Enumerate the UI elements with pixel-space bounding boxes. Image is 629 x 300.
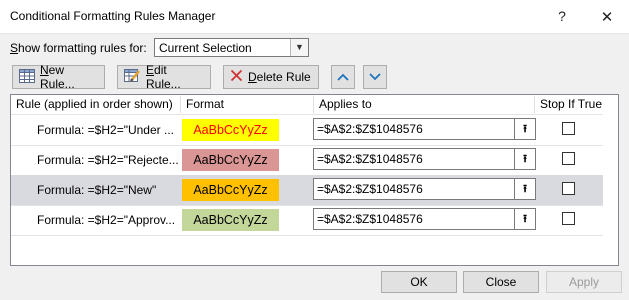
stop-if-true-checkbox[interactable] xyxy=(562,152,575,165)
ok-button[interactable]: OK xyxy=(381,271,457,293)
close-button[interactable]: Close xyxy=(463,271,539,293)
column-header-applies-to[interactable]: Applies to xyxy=(314,95,534,114)
edit-rule-button[interactable]: Edit Rule... xyxy=(117,63,211,91)
column-header-rule[interactable]: Rule (applied in order shown) xyxy=(11,95,181,114)
format-preview: AaBbCcYyZz xyxy=(182,179,279,201)
delete-rule-label: Delete Rule xyxy=(248,70,311,84)
applies-to-field[interactable]: =$A$2:$Z$1048576 ⭱ xyxy=(313,118,536,140)
help-button[interactable]: ? xyxy=(552,8,572,24)
new-rule-accelerator: N xyxy=(40,63,49,77)
collapse-range-button[interactable]: ⭱ xyxy=(514,179,535,199)
applies-to-field[interactable]: =$A$2:$Z$1048576 ⭱ xyxy=(313,178,536,200)
applies-to-value: =$A$2:$Z$1048576 xyxy=(317,212,423,226)
chevron-down-icon xyxy=(369,70,381,84)
close-window-button[interactable]: ✕ xyxy=(597,8,617,26)
table-scroll-area xyxy=(603,95,618,265)
applies-to-field[interactable]: =$A$2:$Z$1048576 ⭱ xyxy=(313,208,536,230)
format-preview: AaBbCcYyZz xyxy=(182,209,279,231)
show-rules-label: Show formatting rules for: xyxy=(10,41,147,55)
rules-table: Rule (applied in order shown) Format App… xyxy=(10,94,619,266)
show-rules-label-text: how formatting rules for: xyxy=(18,41,147,55)
move-up-button[interactable] xyxy=(331,65,355,89)
applies-to-value: =$A$2:$Z$1048576 xyxy=(317,122,423,136)
delete-rule-label-text: elete Rule xyxy=(256,70,311,84)
rule-description: Formula: =$H2="Under ... xyxy=(37,123,174,137)
edit-rule-accelerator: E xyxy=(146,63,155,77)
applies-to-field[interactable]: =$A$2:$Z$1048576 ⭱ xyxy=(313,148,536,170)
table-grid-icon xyxy=(19,68,35,86)
table-row[interactable]: Formula: =$H2="Under ... AaBbCcYyZz =$A$… xyxy=(11,115,604,145)
stop-if-true-checkbox[interactable] xyxy=(562,212,575,225)
chevron-up-icon xyxy=(337,70,349,84)
format-preview: AaBbCcYyZz xyxy=(182,149,279,171)
applies-to-value: =$A$2:$Z$1048576 xyxy=(317,152,423,166)
delete-rule-button[interactable]: Delete Rule xyxy=(223,65,319,89)
stop-if-true-checkbox[interactable] xyxy=(562,122,575,135)
collapse-range-button[interactable]: ⭱ xyxy=(514,209,535,229)
column-header-stop-if-true[interactable]: Stop If True xyxy=(535,95,604,114)
column-header-format[interactable]: Format xyxy=(181,95,314,114)
table-row[interactable]: Formula: =$H2="Approv... AaBbCcYyZz =$A$… xyxy=(11,205,604,235)
show-rules-selected-value: Current Selection xyxy=(159,41,252,55)
collapse-range-button[interactable]: ⭱ xyxy=(514,119,535,139)
table-row-selected[interactable]: Formula: =$H2="New" AaBbCcYyZz =$A$2:$Z$… xyxy=(11,175,604,205)
rule-description: Formula: =$H2="Rejecte... xyxy=(37,153,179,167)
show-rules-dropdown[interactable]: Current Selection ▼ xyxy=(154,38,309,57)
new-rule-label: New Rule... xyxy=(40,63,98,91)
rule-description: Formula: =$H2="Approv... xyxy=(37,213,176,227)
edit-table-icon xyxy=(124,68,141,86)
window-title: Conditional Formatting Rules Manager xyxy=(10,9,216,23)
delete-x-icon xyxy=(230,69,243,85)
delete-rule-accelerator: D xyxy=(248,70,257,84)
new-rule-button[interactable]: New Rule... xyxy=(12,63,105,91)
show-rules-label-accelerator: S xyxy=(10,41,19,55)
table-row[interactable]: Formula: =$H2="Rejecte... AaBbCcYyZz =$A… xyxy=(11,145,604,175)
apply-button[interactable]: Apply xyxy=(546,271,622,293)
rule-description: Formula: =$H2="New" xyxy=(37,183,157,197)
chevron-down-icon[interactable]: ▼ xyxy=(290,39,308,56)
edit-rule-label: Edit Rule... xyxy=(146,63,204,91)
applies-to-value: =$A$2:$Z$1048576 xyxy=(317,182,423,196)
row-divider xyxy=(11,235,604,236)
title-bar: Conditional Formatting Rules Manager ? ✕ xyxy=(0,0,629,34)
stop-if-true-checkbox[interactable] xyxy=(562,182,575,195)
collapse-range-button[interactable]: ⭱ xyxy=(514,149,535,169)
format-preview: AaBbCcYyZz xyxy=(182,119,279,141)
move-down-button[interactable] xyxy=(363,65,387,89)
